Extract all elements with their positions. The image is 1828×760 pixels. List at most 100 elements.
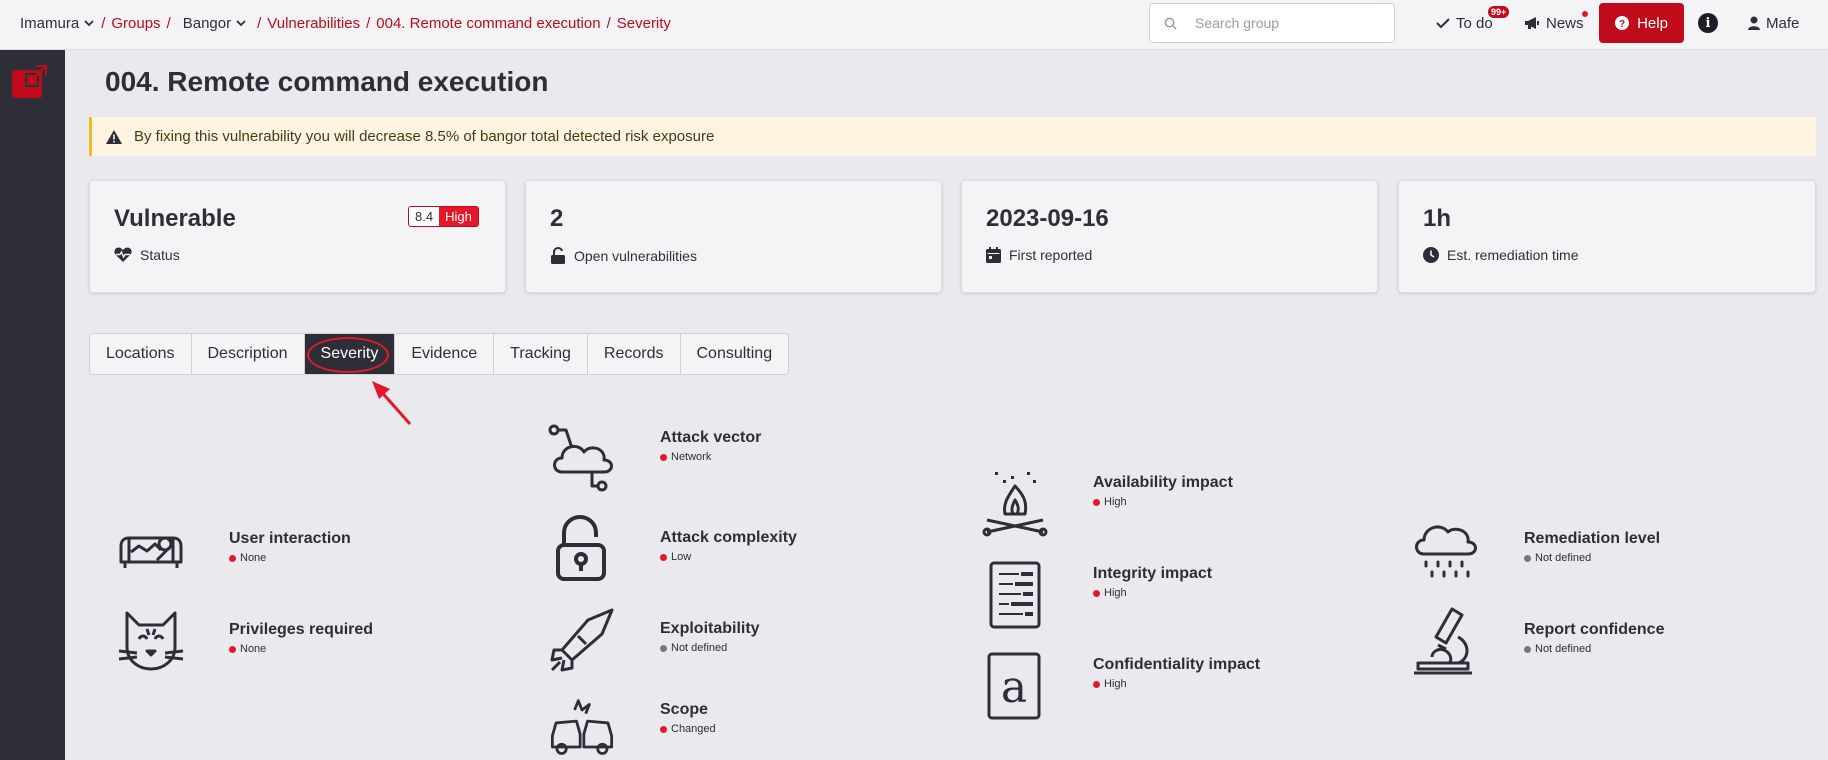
breadcrumb-vulnerabilities-link[interactable]: Vulnerabilities bbox=[267, 15, 360, 32]
breadcrumb-finding-link[interactable]: 004. Remote command execution bbox=[376, 15, 600, 32]
metric-value-row: Not defined bbox=[1524, 643, 1591, 655]
status-dot-red bbox=[1093, 589, 1100, 597]
status-dot-red bbox=[660, 553, 667, 561]
remediation-time-value: 1h bbox=[1423, 205, 1452, 232]
status-dot-red bbox=[1093, 498, 1100, 506]
metric-value: Not defined bbox=[1535, 552, 1592, 564]
open-vulnerabilities-card: 2 Open vulnerabilities bbox=[525, 180, 942, 293]
risk-alert: By fixing this vulnerability you will de… bbox=[89, 117, 1816, 156]
open-vulnerabilities-label: Open vulnerabilities bbox=[574, 247, 697, 264]
metric-value: None bbox=[240, 643, 267, 655]
metric-value-row: None bbox=[229, 552, 266, 564]
status-dot-red bbox=[660, 453, 667, 461]
status-card: Vulnerable 8.4 High Status bbox=[89, 180, 506, 293]
breadcrumb-separator: / bbox=[366, 14, 371, 32]
metric-name: Attack complexity bbox=[660, 529, 797, 546]
breadcrumb-separator: / bbox=[101, 14, 106, 32]
severity-badge: 8.4 High bbox=[408, 206, 479, 227]
org-dropdown[interactable]: Imamura bbox=[20, 15, 95, 32]
metric-value-row: High bbox=[1093, 587, 1127, 599]
help-button[interactable]: ? Help bbox=[1599, 3, 1684, 43]
user-menu[interactable]: Mafe bbox=[1748, 0, 1799, 46]
severity-level: High bbox=[439, 207, 478, 226]
todo-label: To do bbox=[1456, 14, 1493, 32]
first-reported-card: 2023-09-16 First reported bbox=[961, 180, 1378, 293]
clock-icon bbox=[1423, 247, 1439, 263]
metric-name: Report confidence bbox=[1524, 621, 1665, 638]
metric-value-row: Network bbox=[660, 451, 711, 463]
finding-tabs: Locations Description Severity Evidence … bbox=[89, 333, 790, 375]
open-vulnerabilities-value: 2 bbox=[550, 205, 564, 232]
missile-icon bbox=[550, 608, 614, 672]
metric-value-row: None bbox=[229, 643, 266, 655]
status-label: Status bbox=[140, 247, 180, 263]
svg-text:?: ? bbox=[1619, 19, 1625, 30]
metric-name: Remediation level bbox=[1524, 530, 1661, 547]
metric-name: Integrity impact bbox=[1093, 565, 1213, 582]
group-dropdown[interactable]: Bangor bbox=[183, 15, 247, 32]
question-circle-icon: ? bbox=[1615, 16, 1630, 30]
status-dot-red bbox=[1093, 680, 1100, 688]
logo-icon[interactable] bbox=[10, 64, 48, 100]
breadcrumb-groups-link[interactable]: Groups bbox=[111, 15, 160, 32]
car-crash-icon bbox=[550, 699, 614, 755]
breadcrumb-separator: / bbox=[257, 14, 262, 32]
tab-severity[interactable]: Severity bbox=[304, 334, 396, 374]
remediation-time-card: 1h Est. remediation time bbox=[1398, 180, 1816, 293]
metric-value-row: Not defined bbox=[1524, 552, 1591, 564]
remediation-time-label-row: Est. remediation time bbox=[1423, 247, 1579, 263]
cloud-network-icon bbox=[548, 424, 613, 492]
first-reported-label-row: First reported bbox=[986, 247, 1092, 263]
remediation-time-label: Est. remediation time bbox=[1447, 247, 1579, 263]
megaphone-icon bbox=[1525, 17, 1539, 29]
svg-text:a: a bbox=[1001, 662, 1027, 713]
highlight-circle bbox=[306, 337, 389, 373]
tab-description[interactable]: Description bbox=[192, 334, 305, 374]
metric-name: User interaction bbox=[229, 530, 351, 547]
metric-value: Not defined bbox=[1535, 643, 1592, 655]
page-title: 004. Remote command execution bbox=[105, 66, 549, 97]
letter-a-card-icon: a bbox=[987, 652, 1041, 720]
warning-icon bbox=[106, 129, 122, 144]
metric-name: Privileges required bbox=[229, 621, 374, 638]
unlock-icon bbox=[551, 247, 565, 264]
metric-value: Not defined bbox=[671, 642, 728, 654]
metric-value-row: Low bbox=[660, 551, 691, 563]
metric-value-row: Not defined bbox=[660, 642, 727, 654]
info-icon[interactable]: i bbox=[1698, 13, 1718, 33]
breadcrumb-separator: / bbox=[606, 14, 611, 32]
rain-cloud-icon bbox=[1415, 525, 1477, 578]
metric-name: Attack vector bbox=[660, 429, 762, 446]
tab-records[interactable]: Records bbox=[588, 334, 681, 374]
search-icon bbox=[1164, 17, 1177, 30]
microscope-icon bbox=[1414, 607, 1472, 675]
metric-value: None bbox=[240, 552, 267, 564]
breadcrumb: Imamura / Groups / Bangor / Vulnerabilit… bbox=[20, 0, 671, 46]
metric-value: Low bbox=[671, 551, 692, 563]
status-dot-gray bbox=[660, 644, 667, 652]
tab-tracking[interactable]: Tracking bbox=[494, 334, 588, 374]
top-bar: Imamura / Groups / Bangor / Vulnerabilit… bbox=[0, 0, 1828, 50]
document-lines-icon bbox=[989, 561, 1041, 629]
status-dot-red bbox=[229, 645, 236, 653]
user-icon bbox=[1748, 16, 1760, 30]
news-label: News bbox=[1546, 14, 1584, 32]
breadcrumb-section-link[interactable]: Severity bbox=[617, 15, 671, 32]
tab-locations[interactable]: Locations bbox=[90, 334, 192, 374]
tab-evidence[interactable]: Evidence bbox=[395, 334, 495, 374]
metric-name: Exploitability bbox=[660, 620, 760, 637]
metric-value-row: Changed bbox=[660, 723, 716, 735]
news-button[interactable]: News bbox=[1524, 0, 1584, 46]
sidebar bbox=[0, 50, 65, 760]
help-label: Help bbox=[1637, 14, 1668, 32]
search-box[interactable] bbox=[1149, 3, 1395, 43]
breadcrumb-separator: / bbox=[166, 14, 171, 32]
chevron-down-icon bbox=[84, 20, 94, 27]
tab-consulting[interactable]: Consulting bbox=[681, 334, 789, 374]
metric-value: Network bbox=[671, 451, 712, 463]
search-input[interactable] bbox=[1195, 15, 1385, 31]
metric-value-row: High bbox=[1093, 496, 1127, 508]
severity-score: 8.4 bbox=[409, 207, 440, 226]
todo-count-badge: 99+ bbox=[1488, 6, 1510, 18]
todo-button[interactable]: To do bbox=[1436, 0, 1493, 46]
